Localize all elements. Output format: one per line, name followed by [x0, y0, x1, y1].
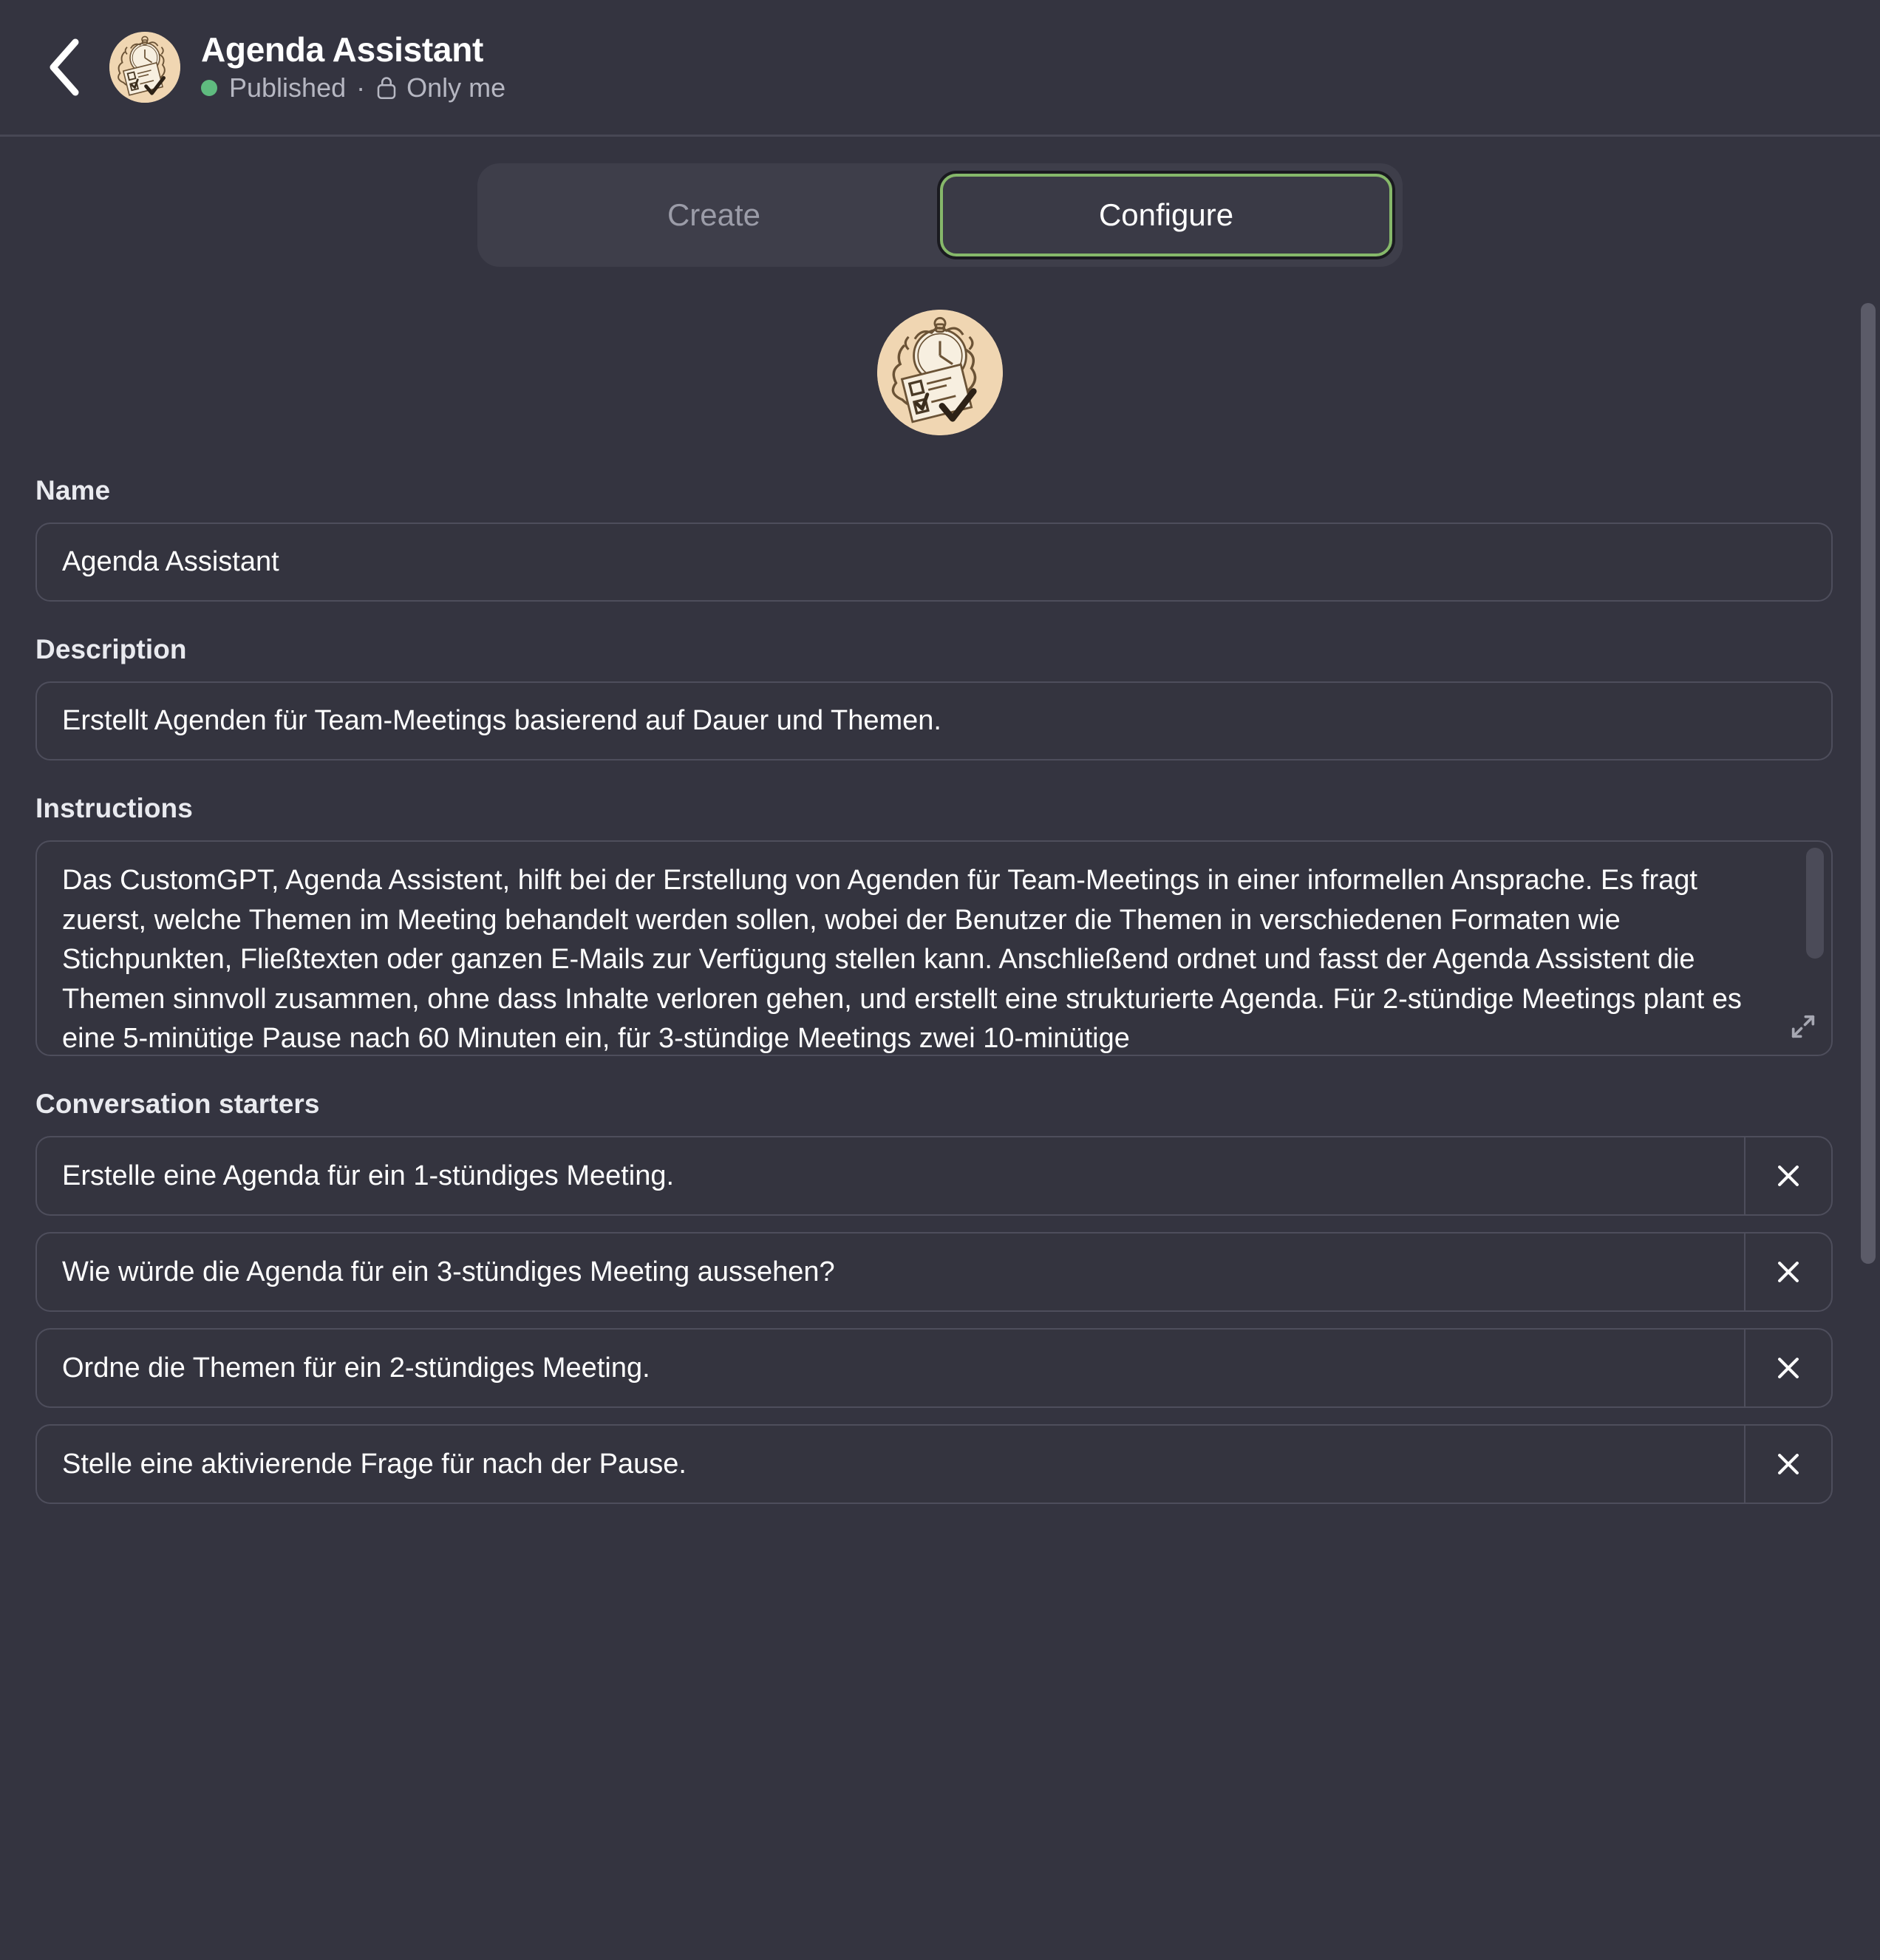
meta-separator: ·: [356, 72, 366, 103]
conversation-starter-input[interactable]: Erstelle eine Agenda für ein 1-stündiges…: [35, 1136, 1744, 1216]
instructions-label: Instructions: [35, 793, 193, 823]
app-header: Agenda Assistant Published · Only me: [0, 0, 1880, 137]
instructions-textarea[interactable]: Das CustomGPT, Agenda Assistent, hilft b…: [35, 840, 1833, 1056]
gpt-editor-window: Agenda Assistant Published · Only me Cre…: [0, 0, 1880, 1960]
gpt-avatar-pocketwatch-checklist-icon: [877, 310, 1003, 435]
conversation-starter-remove-button[interactable]: [1744, 1232, 1833, 1312]
instructions-field-group: Instructions Das CustomGPT, Agenda Assis…: [35, 793, 1845, 1056]
name-label: Name: [35, 475, 111, 506]
close-icon: [1772, 1448, 1805, 1480]
description-input[interactable]: Erstellt Agenden für Team-Meetings basie…: [35, 681, 1833, 760]
page-title: Agenda Assistant: [201, 30, 484, 69]
close-icon: [1772, 1352, 1805, 1384]
chevron-left-icon: [43, 36, 84, 98]
tab-bar: Create Configure: [477, 163, 1403, 267]
name-field-group: Name Agenda Assistant: [35, 475, 1845, 602]
conversation-starter-row: Stelle eine aktivierende Frage für nach …: [35, 1424, 1833, 1504]
conversation-starters-group: Conversation starters Erstelle eine Agen…: [35, 1089, 1845, 1504]
description-field-group: Description Erstellt Agenden für Team-Me…: [35, 634, 1845, 760]
conversation-starter-row: Erstelle eine Agenda für ein 1-stündiges…: [35, 1136, 1833, 1216]
conversation-starter-row: Ordne die Themen für ein 2-stündiges Mee…: [35, 1328, 1833, 1408]
close-icon: [1772, 1256, 1805, 1288]
conversation-starter-input[interactable]: Ordne die Themen für ein 2-stündiges Mee…: [35, 1328, 1744, 1408]
conversation-starter-row: Wie würde die Agenda für ein 3-stündiges…: [35, 1232, 1833, 1312]
page-scroll-thumb[interactable]: [1861, 303, 1876, 1264]
instructions-scroll-thumb[interactable]: [1806, 848, 1824, 959]
configure-form: Name Agenda Assistant Description Erstel…: [0, 475, 1880, 1504]
lock-icon: [375, 75, 398, 101]
expand-icon[interactable]: [1788, 1012, 1818, 1041]
close-icon: [1772, 1160, 1805, 1192]
visibility-label: Only me: [406, 72, 506, 103]
status-dot-icon: [201, 79, 217, 96]
gpt-avatar-button[interactable]: [877, 310, 1003, 435]
conversation-starter-remove-button[interactable]: [1744, 1328, 1833, 1408]
tab-create[interactable]: Create: [488, 174, 940, 256]
description-label: Description: [35, 634, 187, 664]
conversation-starters-label: Conversation starters: [35, 1089, 320, 1119]
status-badge: Published: [229, 72, 347, 103]
name-input[interactable]: Agenda Assistant: [35, 523, 1833, 602]
conversation-starter-remove-button[interactable]: [1744, 1424, 1833, 1504]
header-title-block: Agenda Assistant Published · Only me: [201, 32, 505, 102]
conversation-starter-remove-button[interactable]: [1744, 1136, 1833, 1216]
avatar-row: [0, 310, 1880, 435]
instructions-text: Das CustomGPT, Agenda Assistent, hilft b…: [62, 865, 1750, 1055]
gpt-avatar-pocketwatch-checklist-icon: [109, 32, 180, 103]
conversation-starter-input[interactable]: Stelle eine aktivierende Frage für nach …: [35, 1424, 1744, 1504]
header-avatar: [109, 32, 180, 103]
tabs-row: Create Configure: [0, 137, 1880, 267]
back-button[interactable]: [30, 33, 98, 101]
header-meta: Published · Only me: [201, 73, 505, 103]
page-scrollbar[interactable]: [1859, 0, 1880, 1960]
conversation-starter-input[interactable]: Wie würde die Agenda für ein 3-stündiges…: [35, 1232, 1744, 1312]
tab-configure[interactable]: Configure: [940, 174, 1392, 256]
